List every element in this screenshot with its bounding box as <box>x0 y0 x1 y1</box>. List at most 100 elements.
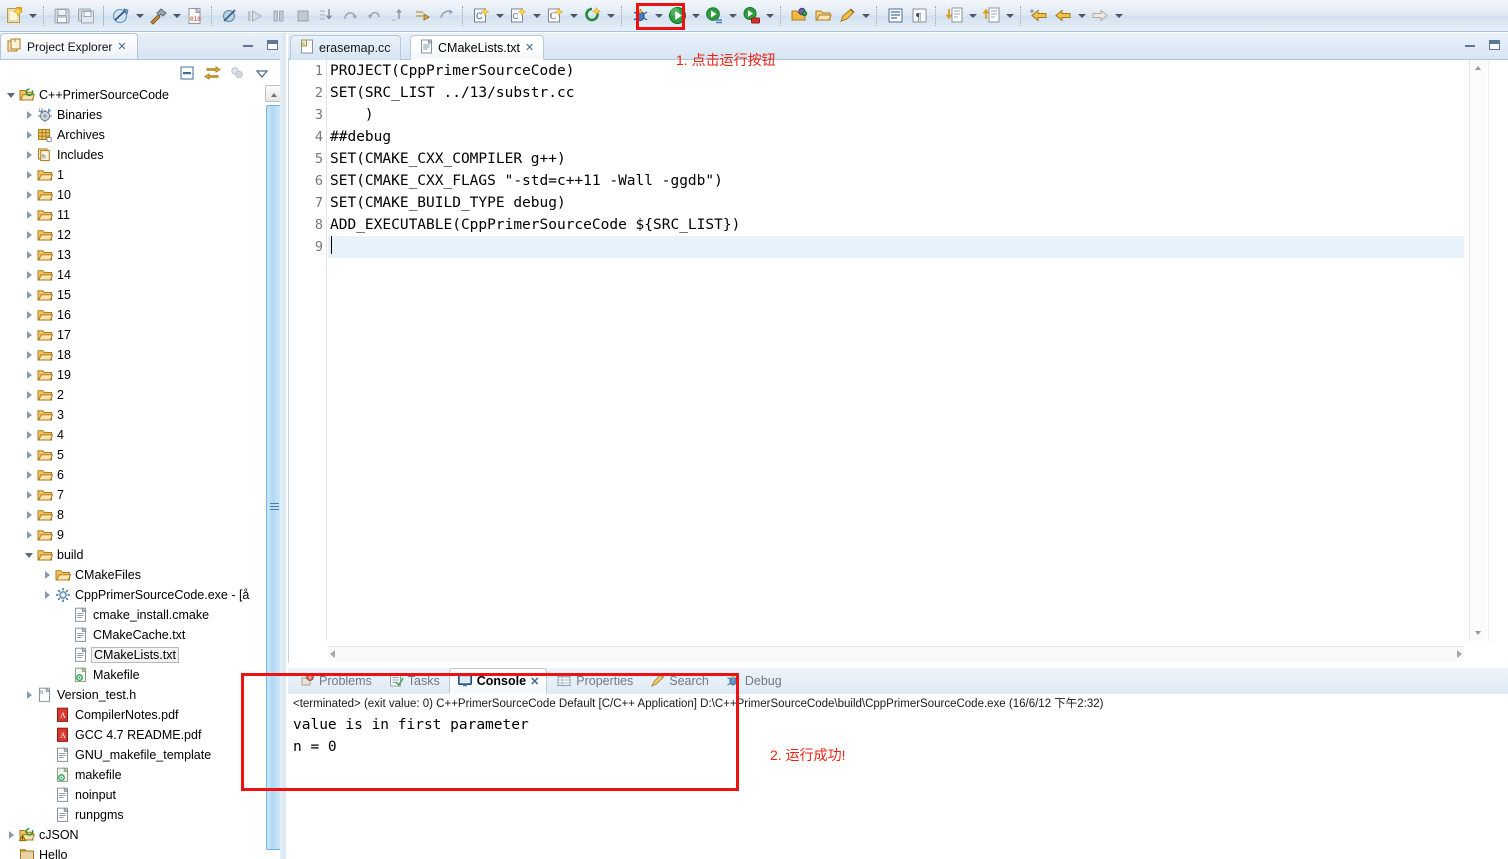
tree-item[interactable]: 3 <box>0 405 286 425</box>
chevron-right-icon[interactable] <box>22 405 36 425</box>
run-history-dropdown-arrow[interactable] <box>726 4 739 28</box>
chevron-right-icon[interactable] <box>22 505 36 525</box>
chevron-right-icon[interactable] <box>22 125 36 145</box>
tree-item[interactable]: cJSON <box>0 825 286 845</box>
tree-item[interactable]: 10 Binaries <box>0 105 286 125</box>
tree-item[interactable]: 1 <box>0 165 286 185</box>
tab-erasemap-cc[interactable]: c erasemap.cc <box>290 35 401 60</box>
last-edit-location-icon[interactable] <box>1027 4 1051 28</box>
hammer-build-dropdown-arrow[interactable] <box>170 4 183 28</box>
tree-item[interactable]: runpgms <box>0 805 286 825</box>
back-dropdown-arrow[interactable] <box>1075 4 1088 28</box>
step-into-icon[interactable] <box>314 4 338 28</box>
tree-item[interactable]: 7 <box>0 485 286 505</box>
new-c-project-icon[interactable]: C <box>469 4 493 28</box>
chevron-right-icon[interactable] <box>22 305 36 325</box>
chevron-right-icon[interactable] <box>22 425 36 445</box>
previous-annotation-dropdown-arrow[interactable] <box>1003 4 1016 28</box>
new-other-icon[interactable] <box>580 4 604 28</box>
editor-vertical-scrollbar[interactable] <box>1469 60 1486 641</box>
binary-010-icon[interactable]: 010 <box>183 4 207 28</box>
tree-item[interactable]: 2 <box>0 385 286 405</box>
open-element-icon[interactable] <box>835 4 859 28</box>
suspend-icon[interactable] <box>266 4 290 28</box>
tree-item[interactable]: 15 <box>0 285 286 305</box>
previous-annotation-icon[interactable] <box>979 4 1003 28</box>
tree-item[interactable]: CMakeLists.txt <box>0 645 286 665</box>
chevron-right-icon[interactable] <box>22 365 36 385</box>
chevron-right-icon[interactable] <box>22 285 36 305</box>
tree-item[interactable]: 5 <box>0 445 286 465</box>
maximize-icon[interactable] <box>264 37 280 53</box>
chevron-right-icon[interactable] <box>22 445 36 465</box>
show-whitespace-icon[interactable]: ¶ <box>907 4 931 28</box>
tree-item[interactable]: build <box>0 545 286 565</box>
tree-item[interactable]: 6 <box>0 465 286 485</box>
chevron-right-icon[interactable] <box>22 105 36 125</box>
chevron-right-icon[interactable] <box>22 385 36 405</box>
new-other-dropdown-arrow[interactable] <box>604 4 617 28</box>
new-file-icon[interactable] <box>2 4 26 28</box>
run-history-icon[interactable] <box>702 4 726 28</box>
tree-item[interactable]: 13 <box>0 245 286 265</box>
chevron-right-icon[interactable] <box>22 265 36 285</box>
chevron-right-icon[interactable] <box>22 525 36 545</box>
chevron-right-icon[interactable] <box>22 325 36 345</box>
tree-item[interactable]: cmake_install.cmake <box>0 605 286 625</box>
chevron-down-icon[interactable] <box>22 545 36 565</box>
next-annotation-dropdown-arrow[interactable] <box>966 4 979 28</box>
tree-item[interactable]: 12 <box>0 225 286 245</box>
tree-item[interactable]: 16 <box>0 305 286 325</box>
new-c-project-dropdown-arrow[interactable] <box>493 4 506 28</box>
step-return-icon[interactable] <box>362 4 386 28</box>
minimize-icon[interactable] <box>1462 37 1478 53</box>
tree-item[interactable]: 9 <box>0 525 286 545</box>
tree-item[interactable]: C++PrimerSourceCode <box>0 85 286 105</box>
external-tools-icon[interactable] <box>739 4 763 28</box>
tree-item[interactable]: CppPrimerSourceCode.exe - [å <box>0 585 286 605</box>
chevron-right-icon[interactable] <box>40 565 54 585</box>
new-cpp-project-icon[interactable]: C <box>506 4 530 28</box>
new-class-icon[interactable]: C <box>543 4 567 28</box>
tree-item[interactable]: 11 <box>0 205 286 225</box>
tree-item[interactable]: 4 <box>0 425 286 445</box>
forward-icon[interactable] <box>1088 4 1112 28</box>
drop-to-frame-icon[interactable] <box>410 4 434 28</box>
open-type-icon[interactable] <box>787 4 811 28</box>
toggle-block-selection-icon[interactable] <box>883 4 907 28</box>
chevron-right-icon[interactable] <box>22 465 36 485</box>
scroll-up-icon[interactable] <box>1471 61 1486 76</box>
tree-item[interactable]: 18 <box>0 345 286 365</box>
scroll-right-icon[interactable] <box>1457 650 1462 658</box>
tree-item[interactable]: Archives <box>0 125 286 145</box>
forward-dropdown-arrow[interactable] <box>1112 4 1125 28</box>
tree-item[interactable]: h Includes <box>0 145 286 165</box>
run-dropdown-arrow[interactable] <box>689 4 702 28</box>
chevron-right-icon[interactable] <box>22 345 36 365</box>
code-text-area[interactable]: PROJECT(CppPrimerSourceCode) SET(SRC_LIST… <box>328 60 1464 641</box>
editor-overview-ruler[interactable] <box>1488 60 1504 641</box>
external-tools-dropdown-arrow[interactable] <box>763 4 776 28</box>
next-annotation-icon[interactable] <box>942 4 966 28</box>
tab-cmakelists-txt[interactable]: CMakeLists.txt ✕ <box>410 35 545 60</box>
chevron-right-icon[interactable] <box>22 145 36 165</box>
maximize-icon[interactable] <box>1486 37 1502 53</box>
tree-item[interactable]: CMakeCache.txt <box>0 625 286 645</box>
chevron-right-icon[interactable] <box>22 485 36 505</box>
chevron-right-icon[interactable] <box>22 685 36 705</box>
new-class-dropdown-arrow[interactable] <box>567 4 580 28</box>
back-icon[interactable] <box>1051 4 1075 28</box>
save-all-icon[interactable] <box>74 4 98 28</box>
view-menu-icon[interactable] <box>252 63 272 83</box>
tree-item[interactable]: 17 <box>0 325 286 345</box>
collapse-all-icon[interactable] <box>177 63 197 83</box>
instruction-stepping-icon[interactable] <box>386 4 410 28</box>
scroll-left-icon[interactable] <box>330 650 335 658</box>
tree-item[interactable]: 8 <box>0 505 286 525</box>
chevron-right-icon[interactable] <box>22 205 36 225</box>
close-icon[interactable]: ✕ <box>525 41 534 54</box>
chevron-right-icon[interactable] <box>22 245 36 265</box>
new-cpp-project-dropdown-arrow[interactable] <box>530 4 543 28</box>
chevron-right-icon[interactable] <box>22 165 36 185</box>
use-step-filters-icon[interactable] <box>434 4 458 28</box>
